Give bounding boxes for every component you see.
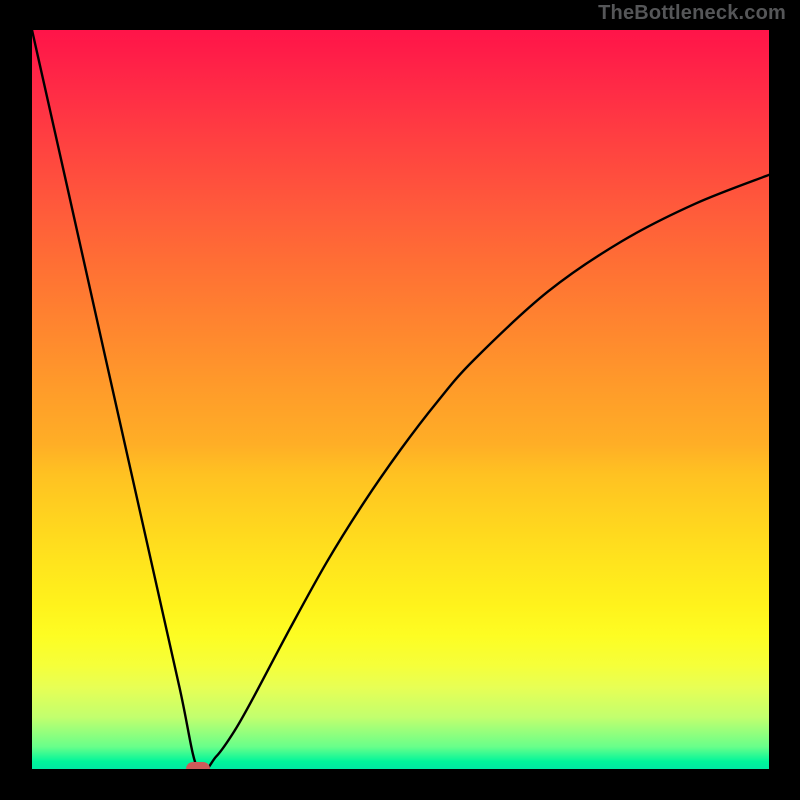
chart-stage: TheBottleneck.com xyxy=(0,0,800,800)
optimum-marker xyxy=(186,762,210,769)
watermark-label: TheBottleneck.com xyxy=(598,2,786,25)
bottleneck-curve xyxy=(32,30,769,769)
plot-area xyxy=(32,30,769,769)
